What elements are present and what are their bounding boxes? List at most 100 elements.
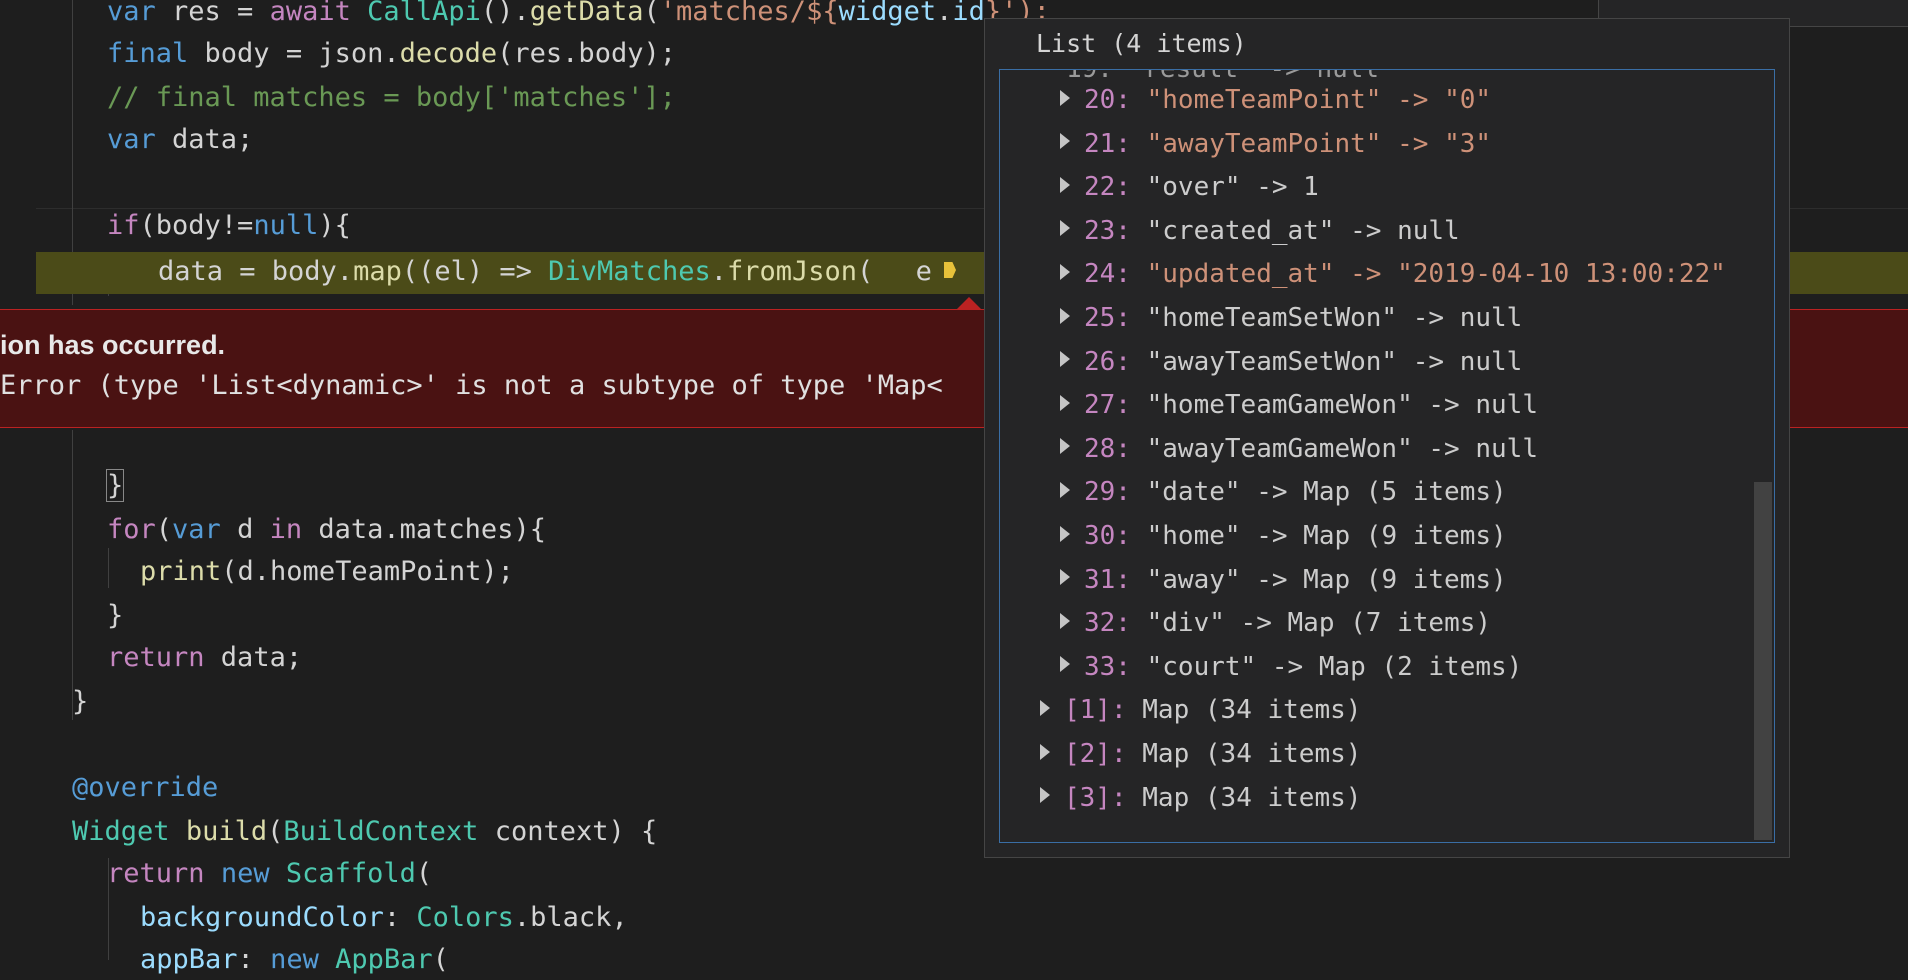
code-line[interactable]: return data;	[107, 638, 302, 678]
code-line[interactable]: var data;	[107, 120, 253, 160]
expand-arrow-icon[interactable]	[1060, 263, 1070, 280]
tree-row-key: 23:	[1084, 215, 1131, 246]
code-token: }	[105, 469, 125, 502]
tree-row-key: 30:	[1084, 521, 1131, 551]
expand-arrow-icon[interactable]	[1060, 220, 1070, 237]
tree-row[interactable]: 33: "court" -> Map (2 items)	[1060, 646, 1522, 688]
tree-row-value: null	[1475, 390, 1538, 421]
tree-row-key: 33:	[1084, 651, 1131, 682]
code-line[interactable]: if(body!=null){	[107, 206, 351, 246]
tree-row-name: "homeTeamPoint"	[1146, 85, 1382, 115]
tree-row-value: 1	[1303, 172, 1319, 203]
tree-row-name: "over"	[1146, 172, 1241, 203]
exception-title: ion has occurred.	[0, 330, 226, 360]
expand-arrow-icon[interactable]	[1060, 133, 1070, 150]
code-token: d	[220, 514, 270, 545]
code-line[interactable]: var res = await CallApi().getData('match…	[107, 0, 1050, 32]
code-token: data = body.	[158, 256, 354, 287]
tree-row-value: Map (34 items)	[1126, 782, 1362, 813]
scrollbar[interactable]	[1754, 70, 1774, 840]
tree-row[interactable]: 30: "home" -> Map (9 items)	[1060, 515, 1507, 557]
code-token: res =	[155, 0, 270, 27]
expand-arrow-icon[interactable]	[1060, 525, 1070, 542]
code-token: Colors	[416, 902, 514, 933]
code-token: return	[107, 642, 205, 673]
code-token: var	[107, 0, 156, 27]
code-line[interactable]: backgroundColor: Colors.black,	[140, 898, 628, 938]
code-token: ){	[318, 210, 351, 241]
tree-row-arrow: ->	[1397, 346, 1460, 377]
tree-row[interactable]: 28: "awayTeamGameWon" -> null	[1060, 428, 1538, 470]
code-token: data;	[155, 124, 254, 155]
scrollbar-thumb[interactable]	[1754, 482, 1772, 840]
tree-row[interactable]: 32: "div" -> Map (7 items)	[1060, 602, 1491, 644]
code-token: in	[269, 514, 303, 545]
expand-arrow-icon[interactable]	[1060, 307, 1070, 324]
code-line[interactable]: }	[107, 596, 123, 636]
tree-row-key: 26:	[1084, 346, 1131, 377]
code-token: backgroundColor	[140, 902, 384, 933]
expand-arrow-icon[interactable]	[1060, 176, 1070, 193]
tree-row-name: "awayTeamPoint"	[1146, 128, 1382, 159]
code-line[interactable]: print(d.homeTeamPoint);	[140, 552, 514, 592]
code-token: ((el) =>	[401, 256, 549, 287]
code-token: await	[269, 0, 351, 27]
expand-arrow-icon[interactable]	[1060, 656, 1070, 673]
expand-arrow-icon[interactable]	[1060, 612, 1070, 629]
tree-row-key: 22:	[1084, 172, 1131, 203]
expand-arrow-icon[interactable]	[1060, 438, 1070, 455]
expand-arrow-icon[interactable]	[1040, 699, 1050, 716]
code-comment[interactable]: // final matches = body['matches'];	[107, 78, 676, 118]
expand-arrow-icon[interactable]	[1060, 89, 1070, 106]
code-token: getData	[529, 0, 644, 27]
code-line[interactable]: }	[105, 466, 125, 506]
tree-row[interactable]: 23: "created_at" -> null	[1060, 210, 1460, 252]
expand-arrow-icon[interactable]	[1040, 787, 1050, 804]
tree-row[interactable]: 27: "homeTeamGameWon" -> null	[1060, 384, 1538, 426]
code-line[interactable]: }	[72, 682, 88, 722]
tree-row[interactable]: 25: "homeTeamSetWon" -> null	[1060, 297, 1522, 339]
tree-row-value: Map (5 items)	[1303, 477, 1507, 508]
expand-arrow-icon[interactable]	[1040, 743, 1050, 760]
tree-row[interactable]: 26: "awayTeamSetWon" -> null	[1060, 341, 1522, 383]
code-line[interactable]: data = body.map((el) => DivMatches.fromJ…	[158, 252, 932, 292]
code-line[interactable]: Widget build(BuildContext context) {	[72, 812, 657, 852]
tree-row[interactable]: 24: "updated_at" -> "2019-04-10 13:00:22…	[1060, 253, 1726, 295]
code-annotation[interactable]: @override	[72, 768, 218, 808]
tree-row[interactable]: [1]: Map (34 items)	[1040, 689, 1361, 731]
tree-row-key: 31:	[1084, 564, 1131, 595]
code-token: final	[107, 38, 189, 69]
code-token: var	[107, 124, 156, 155]
code-line[interactable]: appBar: new AppBar(	[140, 940, 449, 980]
code-line[interactable]: final body = json.decode(res.body);	[107, 34, 676, 74]
debug-hover-widget[interactable]: List (4 items) 19: "result" -> null 20: …	[984, 18, 1790, 858]
indent-guide	[108, 548, 109, 588]
expand-arrow-icon[interactable]	[1060, 569, 1070, 586]
tree-row-key: 21:	[1084, 128, 1131, 159]
expand-arrow-icon[interactable]	[1060, 351, 1070, 368]
code-line[interactable]: for(var d in data.matches){	[107, 510, 546, 550]
tree-row-name: "awayTeamGameWon"	[1146, 433, 1413, 464]
code-line[interactable]: return new Scaffold(	[107, 854, 432, 894]
tree-row[interactable]: 22: "over" -> 1	[1060, 166, 1319, 208]
expand-arrow-icon[interactable]	[1060, 481, 1070, 498]
tree-row[interactable]: 21: "awayTeamPoint" -> "3"	[1060, 123, 1491, 165]
tree-row-arrow: ->	[1240, 172, 1304, 203]
code-token: (	[643, 0, 660, 27]
variable-tree[interactable]: 19: "result" -> null 20: "homeTeamPoint"…	[999, 69, 1775, 843]
expand-arrow-icon[interactable]	[1060, 394, 1070, 411]
tree-row[interactable]: 20: "homeTeamPoint" -> "0"	[1060, 79, 1491, 121]
tree-row[interactable]: 29: "date" -> Map (5 items)	[1060, 471, 1507, 513]
tree-row-arrow: ->	[1240, 477, 1304, 508]
code-token: ) {	[608, 816, 658, 847]
code-token: Scaffold	[285, 858, 416, 889]
tree-row-value: Map (34 items)	[1126, 695, 1362, 726]
tree-row-name: "updated_at"	[1146, 259, 1335, 290]
tree-row[interactable]: [3]: Map (34 items)	[1040, 777, 1361, 819]
code-token: (	[267, 816, 284, 847]
tree-row[interactable]: [2]: Map (34 items)	[1040, 733, 1361, 775]
tree-row[interactable]: 31: "away" -> Map (9 items)	[1060, 559, 1507, 601]
